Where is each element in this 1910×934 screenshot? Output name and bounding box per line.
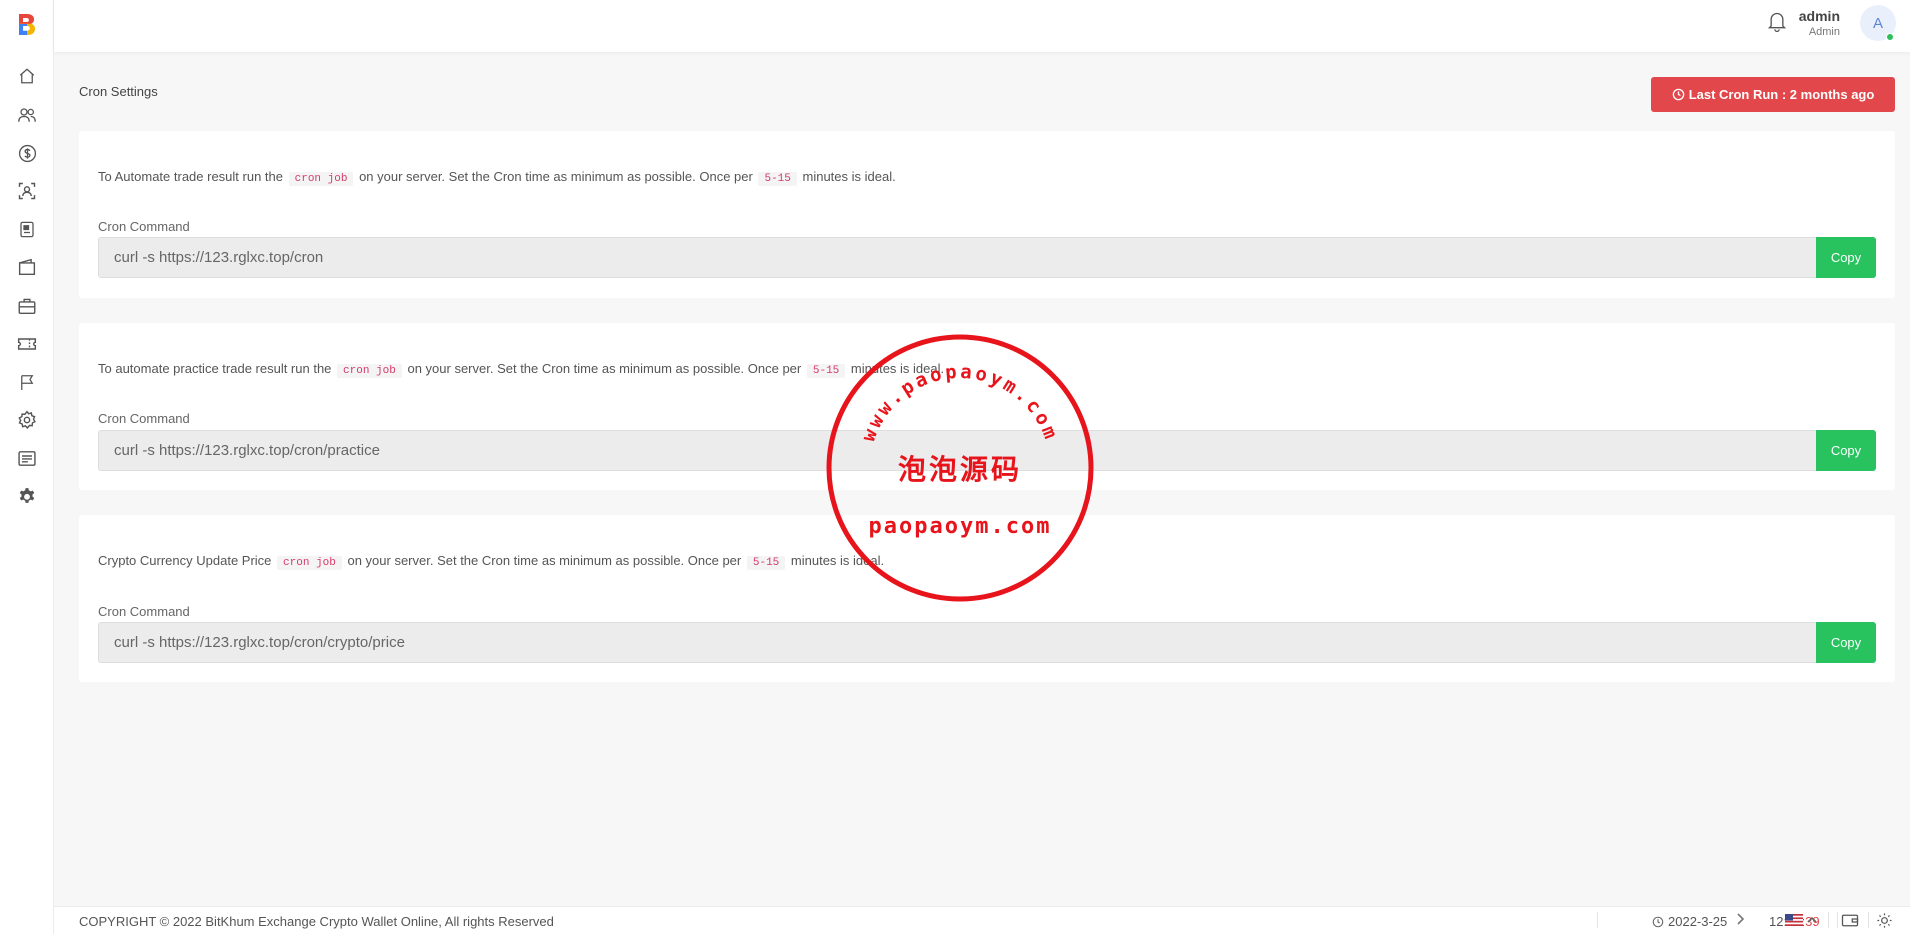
page-title: Cron Settings	[79, 84, 158, 99]
cron-command-label: Cron Command	[98, 219, 190, 234]
footer-date: 2022-3-25	[1652, 914, 1727, 929]
footer-divider	[1868, 912, 1869, 928]
nav-wallet-icon[interactable]	[15, 255, 39, 279]
last-cron-run-label: Last Cron Run : 2 months ago	[1688, 87, 1875, 102]
cron-job-chip: cron job	[288, 172, 354, 186]
nav-flag-icon[interactable]	[15, 370, 39, 394]
footer: COPYRIGHT © 2022 BitKhum Exchange Crypto…	[54, 906, 1910, 934]
footer-divider	[1597, 912, 1598, 928]
cron-description: Crypto Currency Update Price cron job on…	[98, 553, 884, 570]
footer-divider	[1837, 912, 1838, 928]
watermark-stamp: www.paopaoym.com 泡泡源码 paopaoym.com	[826, 334, 1094, 602]
cron-command-input[interactable]	[98, 237, 1817, 278]
description-text: minutes is ideal.	[802, 169, 896, 184]
cron-command-label: Cron Command	[98, 411, 190, 426]
user-role: Admin	[1808, 26, 1840, 38]
description-text: on your server. Set the Cron time as min…	[347, 553, 742, 568]
svg-text:www.paopaoym.com: www.paopaoym.com	[857, 361, 1062, 445]
nav-document-icon[interactable]	[15, 217, 39, 241]
us-flag-icon	[1785, 914, 1803, 926]
sidebar	[0, 0, 54, 934]
nav-user-scan-icon[interactable]	[15, 179, 39, 203]
description-text: on your server. Set the Cron time as min…	[407, 361, 802, 376]
user-name[interactable]: admin	[1799, 8, 1840, 24]
theme-toggle-sun-icon[interactable]	[1876, 912, 1893, 929]
copy-button[interactable]: Copy	[1816, 622, 1876, 663]
copy-button[interactable]: Copy	[1816, 237, 1876, 278]
clock-icon	[1652, 916, 1664, 927]
cron-description: To Automate trade result run the cron jo…	[98, 169, 896, 186]
chevron-up-icon	[1807, 916, 1817, 923]
interval-chip: 5-15	[746, 556, 786, 570]
cron-job-chip: cron job	[337, 364, 402, 378]
nav-gear-icon[interactable]	[15, 484, 39, 508]
interval-chip: 5-15	[758, 172, 797, 186]
description-text: on your server. Set the Cron time as min…	[359, 169, 753, 184]
clock-icon	[1672, 88, 1684, 101]
cron-command-label: Cron Command	[98, 604, 190, 619]
nav-users-icon[interactable]	[15, 103, 39, 127]
watermark-top-text: www.paopaoym.com	[857, 361, 1059, 445]
copyright-text: COPYRIGHT © 2022 BitKhum Exchange Crypto…	[79, 914, 554, 929]
description-text: Crypto Currency Update Price	[98, 553, 272, 568]
top-bar	[54, 0, 1910, 52]
watermark-bottom-text: paopaoym.com	[869, 514, 1052, 539]
nav-briefcase-icon[interactable]	[15, 294, 39, 318]
cron-description: To automate practice trade result run th…	[98, 361, 944, 378]
chevron-right-icon[interactable]	[1735, 912, 1745, 926]
language-selector[interactable]	[1785, 914, 1818, 926]
nav-settings-icon[interactable]	[15, 408, 39, 432]
nav-dollar-icon[interactable]	[15, 141, 39, 165]
cron-job-chip: cron job	[277, 556, 342, 570]
description-text: To automate practice trade result run th…	[98, 361, 332, 376]
nav-home-icon[interactable]	[15, 64, 39, 88]
wallet-icon[interactable]	[1841, 913, 1859, 928]
last-cron-run-button[interactable]: Last Cron Run : 2 months ago	[1651, 77, 1895, 112]
watermark-middle-text: 泡泡源码	[898, 453, 1022, 486]
description-text: To Automate trade result run the	[98, 169, 283, 184]
notification-bell-icon[interactable]	[1767, 10, 1791, 36]
nav-list-icon[interactable]	[15, 446, 39, 470]
online-status-dot	[1886, 33, 1894, 41]
nav-ticket-icon[interactable]	[15, 332, 39, 356]
cron-card-trade: To Automate trade result run the cron jo…	[79, 131, 1895, 298]
footer-divider	[1828, 912, 1829, 928]
date-text: 2022-3-25	[1668, 914, 1728, 929]
copy-button[interactable]: Copy	[1816, 430, 1876, 471]
logo[interactable]	[16, 12, 38, 38]
cron-command-input[interactable]	[98, 622, 1817, 663]
